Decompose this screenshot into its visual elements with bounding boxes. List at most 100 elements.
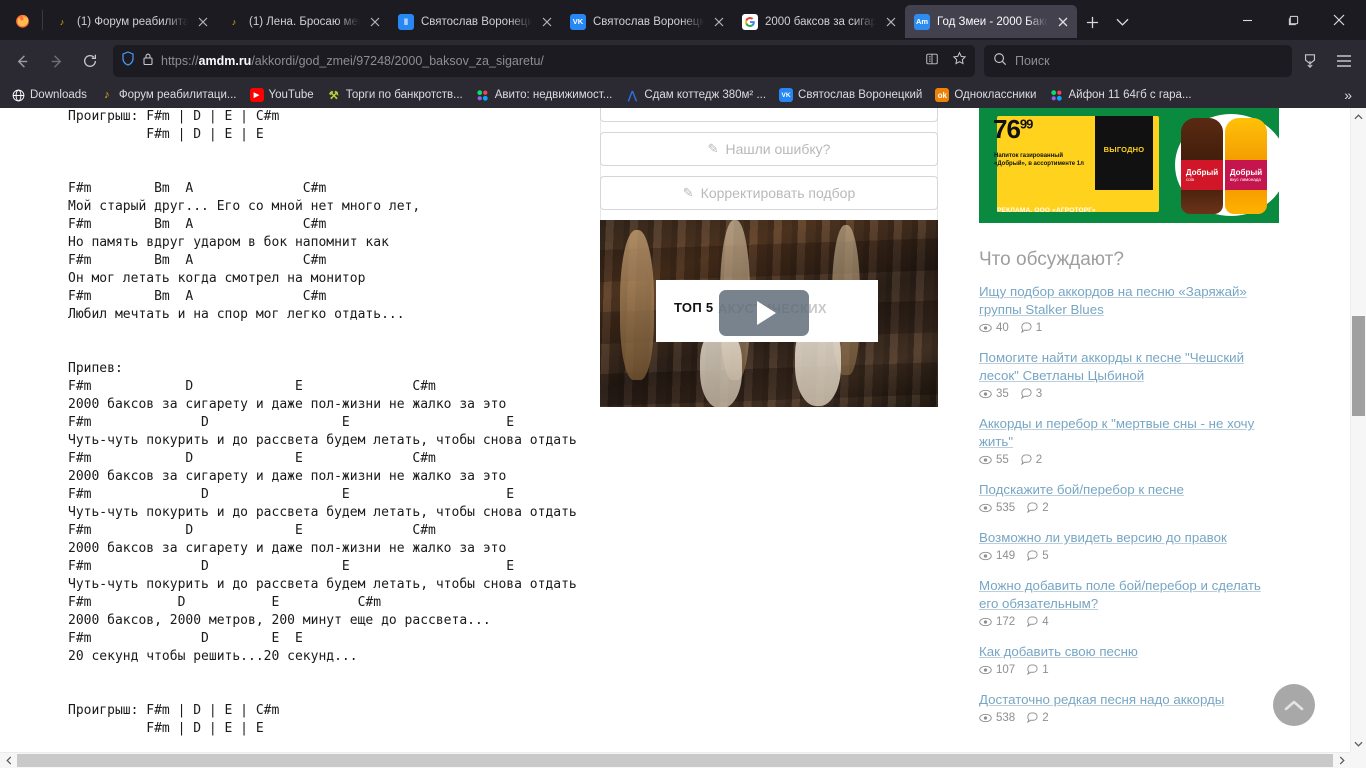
video-player[interactable]: ТОП 5 АКУСТИЧЕСКИХ	[600, 220, 938, 407]
scroll-down-arrow-icon[interactable]	[1351, 735, 1366, 752]
comments-count: 3	[1035, 388, 1043, 400]
bookmark-label: Торги по банкротств...	[345, 89, 463, 101]
bookmark-label: Downloads	[30, 89, 87, 101]
browser-tab[interactable]: 2000 баксов за сигаре	[733, 5, 905, 38]
comments-count: 5	[1042, 550, 1049, 562]
tab-strip-divider	[42, 10, 43, 30]
forward-button[interactable]	[40, 45, 72, 77]
amdm-icon: ♪	[226, 13, 242, 30]
ad-badge-text: ВЫГОДНО	[1103, 144, 1145, 154]
bookmarks-bar: Downloads ♪ Форум реабилитаци... ▶ YouTu…	[0, 82, 1366, 108]
discussion-link[interactable]: Помогите найти аккорды к песне "Чешский …	[979, 349, 1279, 385]
ok-icon: ok	[935, 88, 950, 102]
close-icon[interactable]	[711, 14, 727, 30]
navigation-toolbar: https://amdm.ru/akkordi/god_zmei/97248/2…	[0, 40, 1366, 82]
correct-pick-button[interactable]: ✎ Корректировать подбор	[600, 176, 938, 210]
comment-icon	[1027, 664, 1038, 676]
discussion-item: Достаточно редкая песня надо аккорды 538…	[979, 691, 1279, 724]
reader-view-icon[interactable]	[925, 52, 939, 71]
browser-tab[interactable]: ♪ (1) Лена. Бросаю меф	[217, 5, 389, 38]
bookmarks-overflow-button[interactable]: »	[1336, 87, 1360, 103]
save-to-pocket-icon[interactable]	[1294, 45, 1326, 77]
pause-icon: ǁ	[398, 13, 414, 30]
bookmark-item-ok[interactable]: ok Одноклассники	[930, 86, 1041, 104]
close-icon[interactable]	[539, 14, 555, 30]
play-icon[interactable]	[719, 290, 809, 336]
scroll-up-arrow-icon[interactable]	[1351, 108, 1366, 125]
bookmark-item-youtube[interactable]: ▶ YouTube	[245, 86, 319, 104]
shield-icon[interactable]	[121, 51, 135, 71]
discussion-link[interactable]: Достаточно редкая песня надо аккорды	[979, 691, 1279, 709]
discussion-link[interactable]: Аккорды и перебор к "мертвые сны - не хо…	[979, 415, 1279, 451]
browser-tab-active[interactable]: Am Год Змеи - 2000 Баксо	[905, 5, 1077, 38]
comment-icon	[1020, 454, 1032, 466]
discussion-link[interactable]: Подскажите бой/перебор к песне	[979, 481, 1279, 499]
close-window-button[interactable]	[1316, 0, 1362, 40]
vertical-scrollbar[interactable]	[1350, 108, 1366, 752]
bookmark-item-avito[interactable]: Авито: недвижимост...	[471, 86, 618, 104]
close-icon[interactable]	[367, 14, 383, 30]
bookmark-label: Святослав Воронецкий	[798, 89, 923, 101]
new-tab-button[interactable]	[1077, 7, 1107, 37]
search-input[interactable]: Поиск	[984, 45, 1292, 77]
scrollbar-corner	[1350, 752, 1366, 768]
horizontal-scrollbar-thumb[interactable]	[17, 754, 1333, 767]
found-error-button[interactable]: ✎ Нашли ошибку?	[600, 132, 938, 166]
discussion-meta: 107 1	[979, 664, 1279, 676]
back-button[interactable]	[6, 45, 38, 77]
close-icon[interactable]	[883, 14, 899, 30]
scroll-to-top-button[interactable]	[1273, 684, 1315, 726]
close-icon[interactable]	[1055, 14, 1071, 30]
minimize-button[interactable]	[1224, 0, 1270, 40]
youtube-icon: ▶	[249, 88, 264, 102]
ad-description: Напиток газированный «Добрый», в ассорти…	[994, 153, 1084, 167]
lock-icon[interactable]	[142, 52, 154, 71]
reload-button[interactable]	[74, 45, 106, 77]
browser-tab[interactable]: VK Святослав Воронецки	[561, 5, 733, 38]
bookmark-item-vk[interactable]: VK Святослав Воронецкий	[774, 86, 927, 104]
discussion-link[interactable]: Ищу подбор аккордов на песню «Заряжай» г…	[979, 283, 1279, 319]
discussion-link[interactable]: Возможно ли увидеть версию до правок	[979, 529, 1279, 547]
bookmark-item-downloads[interactable]: Downloads	[6, 86, 92, 104]
vertical-scrollbar-thumb[interactable]	[1352, 316, 1365, 416]
comments-count: 1	[1035, 322, 1043, 334]
bookmark-item-forum[interactable]: ♪ Форум реабилитаци...	[95, 86, 242, 104]
horizontal-scrollbar[interactable]	[0, 752, 1350, 768]
discussion-meta: 535 2	[979, 502, 1279, 514]
scroll-right-arrow-icon[interactable]	[1333, 753, 1350, 768]
scroll-left-arrow-icon[interactable]	[0, 753, 17, 768]
views-count: 535	[996, 502, 1016, 514]
ad-badge: ВЫГОДНО	[1101, 126, 1147, 172]
tab-title: Святослав Воронецки	[593, 15, 704, 28]
google-icon	[742, 13, 758, 30]
eye-icon	[979, 454, 992, 466]
bookmark-item-auction[interactable]: ⚒ Торги по банкротств...	[322, 86, 468, 104]
correct-pick-label: Корректировать подбор	[700, 185, 856, 201]
discussion-meta: 35 3	[979, 388, 1279, 400]
browser-tab[interactable]: ǁ Святослав Воронецки	[389, 5, 561, 38]
report-version-button[interactable]	[600, 108, 938, 122]
avito-m-icon: ⋀	[627, 89, 637, 102]
bookmark-item-iphone[interactable]: Айфон 11 64гб с гара...	[1044, 86, 1196, 104]
discussion-meta: 55 2	[979, 454, 1279, 466]
tab-title: (1) Форум реабилита	[77, 15, 188, 28]
close-icon[interactable]	[195, 14, 211, 30]
url-text: https://amdm.ru/akkordi/god_zmei/97248/2…	[161, 54, 544, 68]
vk-icon: VK	[779, 88, 794, 102]
discussion-link[interactable]: Как добавить свою песню	[979, 643, 1279, 661]
maximize-button[interactable]	[1270, 0, 1316, 40]
bookmark-item-cottage[interactable]: ⋀ Сдам коттедж 380м² ...	[620, 86, 771, 104]
list-all-tabs-button[interactable]	[1107, 7, 1137, 37]
discussion-link[interactable]: Можно добавить поле бой/перебор и сделат…	[979, 577, 1279, 613]
app-menu-button[interactable]	[1328, 45, 1360, 77]
bookmark-label: Авито: недвижимост...	[494, 89, 613, 101]
bookmark-star-icon[interactable]	[952, 51, 967, 71]
tab-title: Год Змеи - 2000 Баксо	[937, 15, 1048, 28]
advertisement-banner[interactable]: 7699 Напиток газированный «Добрый», в ас…	[979, 108, 1279, 223]
eye-icon	[979, 322, 992, 334]
browser-tab[interactable]: ♪ (1) Форум реабилита	[45, 5, 217, 38]
eye-icon	[979, 388, 992, 400]
comment-icon	[1027, 616, 1038, 628]
address-bar[interactable]: https://amdm.ru/akkordi/god_zmei/97248/2…	[113, 45, 975, 77]
comment-icon	[1027, 712, 1038, 724]
